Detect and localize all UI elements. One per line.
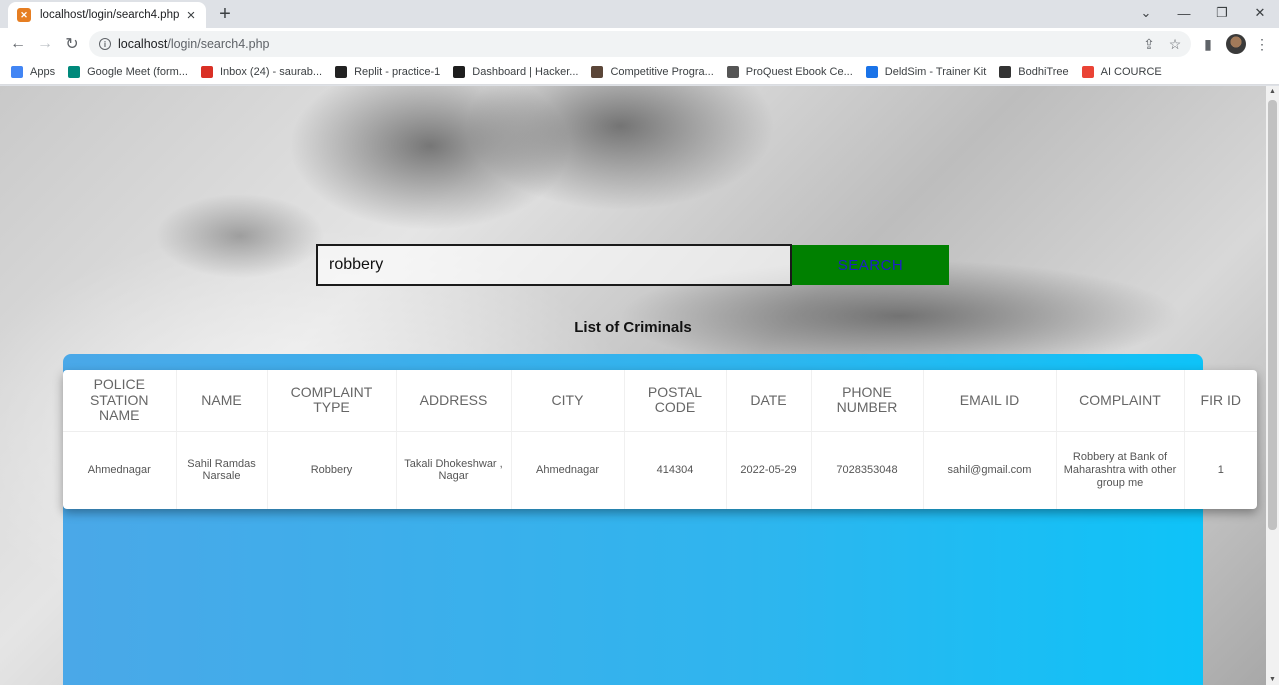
table-cell: Ahmednagar bbox=[63, 431, 177, 509]
reload-icon[interactable]: ↻ bbox=[61, 33, 83, 55]
url-host: localhost bbox=[118, 37, 168, 51]
table-header-row: POLICE STATION NAME NAME COMPLAINT TYPE ADD… bbox=[63, 370, 1257, 432]
column-header: POSTAL CODE bbox=[624, 370, 727, 432]
scroll-down-arrow-icon[interactable]: ▼ bbox=[1269, 676, 1276, 683]
table-body: Ahmednagar Sahil Ramdas Narsale Robbery Tak… bbox=[63, 431, 1257, 509]
deldsim-icon bbox=[865, 66, 878, 78]
apps-grid-icon bbox=[11, 66, 23, 78]
bookmark-item[interactable]: ProQuest Ebook Ce... bbox=[726, 66, 853, 78]
bookmark-label: AI COURCE bbox=[1100, 66, 1162, 78]
column-header: COMPLAINT TYPE bbox=[267, 370, 397, 432]
list-title: List of Criminals bbox=[574, 319, 692, 336]
table-cell: sahil@gmail.com bbox=[923, 431, 1057, 509]
search-button[interactable]: SEARCH bbox=[792, 245, 949, 285]
bookmark-item[interactable]: Apps bbox=[11, 66, 55, 78]
bookmark-label: ProQuest Ebook Ce... bbox=[745, 66, 853, 78]
bookmark-item[interactable]: Competitive Progra... bbox=[591, 66, 714, 78]
url-text: localhost/login/search4.php bbox=[118, 37, 270, 51]
criminals-table: POLICE STATION NAME NAME COMPLAINT TYPE ADD… bbox=[63, 370, 1257, 509]
bookmark-item[interactable]: Dashboard | Hacker... bbox=[453, 66, 578, 78]
profile-avatar[interactable] bbox=[1226, 34, 1246, 54]
close-window-icon[interactable]: ✕ bbox=[1248, 2, 1272, 24]
column-header: EMAIL ID bbox=[923, 370, 1057, 432]
back-icon[interactable]: ← bbox=[7, 33, 29, 55]
minimize-icon[interactable]: — bbox=[1172, 2, 1196, 24]
column-header: POLICE STATION NAME bbox=[63, 370, 177, 432]
menu-kebab-icon[interactable]: ⋮ bbox=[1252, 34, 1272, 54]
address-bar[interactable]: i localhost/login/search4.php bbox=[89, 31, 1191, 57]
site-info-icon[interactable]: i bbox=[99, 38, 111, 50]
bookmark-label: Replit - practice-1 bbox=[354, 66, 441, 78]
bookmark-label: Inbox (24) - saurab... bbox=[219, 66, 323, 78]
column-header: ADDRESS bbox=[396, 370, 512, 432]
column-header: FIR ID bbox=[1184, 370, 1257, 432]
bookmark-star-icon[interactable]: ☆ bbox=[1165, 34, 1185, 54]
url-path: /login/search4.php bbox=[167, 37, 270, 51]
bookmark-item[interactable]: BodhiTree bbox=[999, 66, 1069, 78]
column-header: COMPLAINT bbox=[1056, 370, 1185, 432]
table-row: Ahmednagar Sahil Ramdas Narsale Robbery Tak… bbox=[63, 431, 1257, 509]
google-meet-icon bbox=[68, 66, 81, 78]
google-icon bbox=[1081, 66, 1094, 78]
table-cell: Ahmednagar bbox=[511, 431, 625, 509]
results-table-card: POLICE STATION NAME NAME COMPLAINT TYPE ADD… bbox=[63, 370, 1257, 509]
xampp-favicon-icon: ✕ bbox=[17, 8, 31, 22]
column-header: PHONE NUMBER bbox=[811, 370, 924, 432]
search-input[interactable] bbox=[316, 244, 792, 286]
table-cell: Sahil Ramdas Narsale bbox=[176, 431, 268, 509]
bookmark-label: BodhiTree bbox=[1018, 66, 1069, 78]
table-cell: 1 bbox=[1217, 463, 1224, 476]
tab-search-icon[interactable]: ⌄ bbox=[1134, 2, 1158, 24]
table-cell: Robbery bbox=[267, 431, 397, 509]
scroll-up-arrow-icon[interactable]: ▲ bbox=[1269, 88, 1276, 95]
table-cell: 7028353048 bbox=[811, 431, 924, 509]
column-header: DATE bbox=[726, 370, 812, 432]
bookmark-item[interactable]: Replit - practice-1 bbox=[335, 66, 440, 78]
proquest-icon bbox=[726, 66, 739, 78]
bookmark-item[interactable]: DeldSim - Trainer Kit bbox=[865, 66, 987, 78]
bookmarks-bar: Apps Google Meet (form... Inbox (24) - sau… bbox=[0, 60, 1279, 85]
column-header: CITY bbox=[511, 370, 625, 432]
share-icon[interactable]: ⇪ bbox=[1139, 34, 1159, 54]
column-header: NAME bbox=[176, 370, 268, 432]
gmail-icon bbox=[200, 66, 213, 78]
table-cell: 414304 bbox=[624, 431, 727, 509]
close-tab-icon[interactable]: × bbox=[182, 6, 200, 24]
browser-tab[interactable]: ✕ localhost/login/search4.php × bbox=[8, 2, 206, 28]
bookmark-label: DeldSim - Trainer Kit bbox=[884, 66, 987, 78]
bookmark-item[interactable]: AI COURCE bbox=[1081, 66, 1162, 78]
bookmark-label: Google Meet (form... bbox=[87, 66, 188, 78]
tab-strip: ✕ localhost/login/search4.php × + ⌄ — ❐ … bbox=[0, 0, 1279, 28]
bookmark-label: Competitive Progra... bbox=[610, 66, 714, 78]
graduation-cap-icon bbox=[999, 66, 1012, 78]
hackerearth-icon bbox=[453, 66, 466, 78]
new-tab-icon[interactable]: + bbox=[215, 4, 235, 24]
replit-icon bbox=[335, 66, 348, 78]
page-background: SEARCH List of Criminals POLICE STATION … bbox=[0, 86, 1266, 685]
restore-icon[interactable]: ❐ bbox=[1210, 2, 1234, 24]
table-cell: Takali Dhokeshwar , Nagar bbox=[396, 431, 512, 509]
scroll-thumb[interactable] bbox=[1268, 100, 1277, 530]
bookmark-item[interactable]: Inbox (24) - saurab... bbox=[200, 66, 323, 78]
codechef-icon bbox=[591, 66, 604, 78]
page-scrollbar[interactable]: ▲ ▼ bbox=[1266, 86, 1279, 685]
bookmark-item[interactable]: Google Meet (form... bbox=[68, 66, 188, 78]
tab-title: localhost/login/search4.php bbox=[40, 9, 180, 21]
table-cell: Robbery at Bank of Maharashtra with othe… bbox=[1056, 431, 1185, 509]
browser-toolbar: ← → ↻ i localhost/login/search4.php ⇪ ☆ … bbox=[0, 28, 1279, 60]
side-panel-icon[interactable]: ▮ bbox=[1198, 34, 1218, 54]
bookmark-label: Apps bbox=[30, 66, 56, 78]
forward-icon[interactable]: → bbox=[34, 33, 56, 55]
table-cell: 2022-05-29 bbox=[726, 431, 812, 509]
bookmark-label: Dashboard | Hacker... bbox=[472, 66, 579, 78]
